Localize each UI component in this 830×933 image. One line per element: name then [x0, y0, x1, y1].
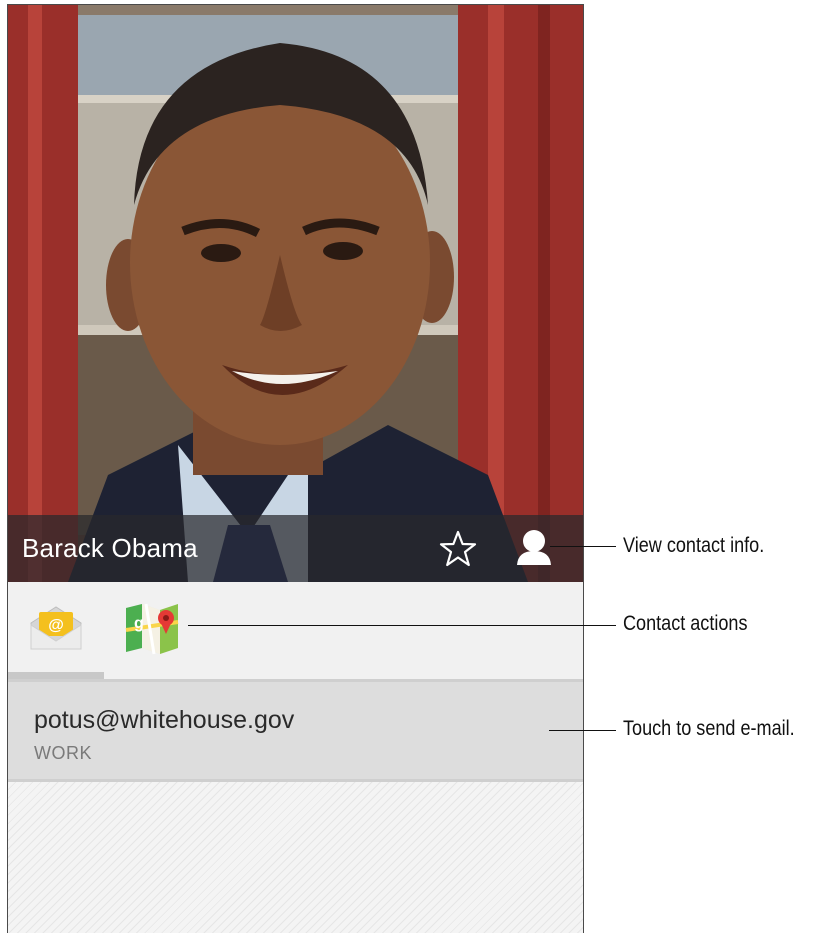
callout-line-send-email [549, 730, 616, 731]
contact-card-screen: Barack Obama @ g potus@whitehouse.gov WO… [7, 4, 584, 933]
callout-send-email: Touch to send e-mail. [623, 717, 795, 740]
person-icon [517, 530, 551, 565]
email-type-label: WORK [34, 743, 92, 763]
contact-photo [8, 5, 583, 582]
email-address[interactable]: potus@whitehouse.gov [34, 706, 294, 735]
callout-line-contact-actions [188, 625, 616, 626]
maps-icon: g [125, 603, 179, 655]
view-contact-button[interactable] [514, 527, 554, 567]
contact-action-tabs [8, 582, 583, 682]
email-envelope-icon: @ [30, 606, 82, 650]
star-outline-icon [439, 530, 477, 567]
contact-name: Barack Obama [22, 533, 198, 563]
tab-email[interactable]: @ [28, 603, 84, 653]
callout-contact-actions: Contact actions [623, 612, 748, 635]
tab-maps[interactable]: g [124, 600, 180, 656]
empty-list-area [8, 782, 583, 933]
favorite-star-button[interactable] [438, 529, 478, 569]
svg-text:g: g [134, 615, 144, 632]
svg-text:@: @ [48, 617, 64, 634]
callout-line-view-contact [550, 546, 616, 547]
callout-view-contact: View contact info. [623, 534, 765, 557]
